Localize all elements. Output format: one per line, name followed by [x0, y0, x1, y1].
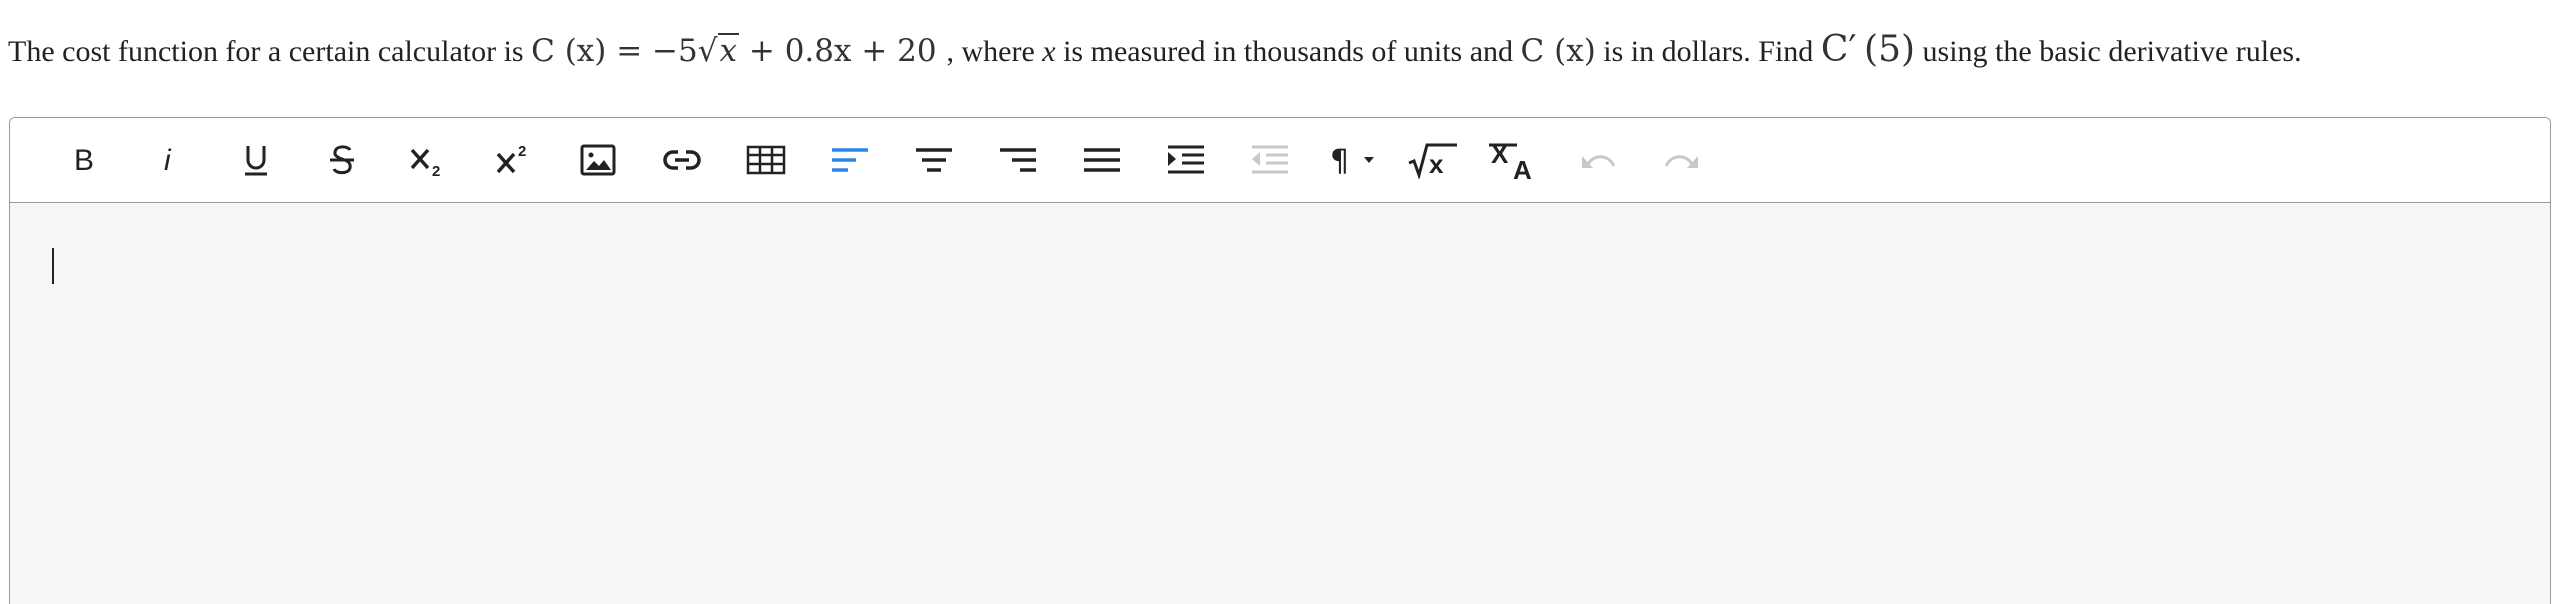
undo-button[interactable] — [1576, 140, 1620, 180]
formula-rhs: + 0.8x + 20 — [748, 33, 937, 69]
align-left-icon — [832, 148, 868, 172]
insert-table-button[interactable] — [744, 140, 788, 180]
paragraph-format-button[interactable]: ¶ — [1326, 140, 1386, 180]
clear-format-icon: X A — [1489, 139, 1532, 181]
radical-sign: √ — [697, 33, 718, 69]
bold-button[interactable]: B — [62, 140, 106, 180]
c-prime: C′ — [1820, 29, 1857, 70]
superscript-icon: 2 — [496, 143, 526, 174]
indent-icon — [1168, 145, 1204, 174]
c-prime-argument: (5) — [1864, 29, 1916, 70]
outdent-button[interactable] — [1248, 140, 1292, 180]
question-part-5: using the basic derivative rules. — [1922, 35, 2302, 68]
table-icon — [746, 145, 786, 175]
link-icon — [663, 150, 701, 170]
underline-icon — [245, 146, 267, 176]
svg-text:x: x — [1429, 149, 1444, 179]
outdent-icon — [1252, 145, 1288, 174]
question-text: The cost function for a certain calculat… — [8, 28, 2548, 74]
align-right-button[interactable] — [996, 140, 1040, 180]
square-root-icon: x — [1408, 143, 1457, 179]
svg-text:i: i — [164, 144, 172, 176]
undo-icon — [1582, 155, 1616, 168]
underline-button[interactable] — [234, 140, 278, 180]
align-justify-button[interactable] — [1080, 140, 1124, 180]
square-root: √x — [698, 29, 739, 73]
svg-text:¶: ¶ — [1330, 144, 1349, 177]
cost-function-formula: C (x) = −5√x + 0.8x + 20 — [531, 33, 946, 69]
text-cursor — [52, 248, 54, 284]
svg-text:B: B — [74, 144, 94, 176]
align-justify-icon — [1084, 148, 1120, 172]
c-of-x-formula: C (x) — [1520, 33, 1596, 69]
formula-lhs: C (x) = −5 — [531, 33, 698, 69]
svg-text:2: 2 — [518, 143, 526, 160]
bold-icon: B — [74, 144, 94, 176]
italic-icon: i — [164, 144, 172, 176]
question-part-3: is measured in thousands of units and — [1063, 35, 1514, 68]
strikethrough-icon — [330, 145, 354, 175]
redo-button[interactable] — [1660, 140, 1704, 180]
strikethrough-button[interactable] — [320, 140, 364, 180]
editor-content-area[interactable] — [10, 204, 2550, 604]
question-part-1: The cost function for a certain calculat… — [8, 35, 524, 68]
redo-icon — [1664, 155, 1698, 168]
editor-toolbar: B i 2 2 ¶ x X A — [10, 118, 2550, 203]
svg-text:A: A — [1513, 155, 1532, 181]
indent-button[interactable] — [1164, 140, 1208, 180]
subscript-button[interactable]: 2 — [406, 140, 450, 180]
align-center-icon — [916, 148, 952, 172]
superscript-button[interactable]: 2 — [492, 140, 536, 180]
align-left-button[interactable] — [828, 140, 872, 180]
align-center-button[interactable] — [912, 140, 956, 180]
pilcrow-dropdown-icon: ¶ — [1330, 144, 1374, 177]
math-button[interactable]: x — [1406, 140, 1460, 180]
question-part-2: , where — [946, 35, 1035, 68]
italic-button[interactable]: i — [148, 140, 192, 180]
insert-image-button[interactable] — [576, 140, 620, 180]
question-part-4: is in dollars. Find — [1603, 35, 1814, 68]
image-icon — [580, 144, 616, 176]
insert-link-button[interactable] — [660, 140, 704, 180]
clear-formatting-button[interactable]: X A — [1488, 139, 1544, 181]
rich-text-editor: B i 2 2 ¶ x X A — [9, 117, 2551, 604]
formula-radicand: x — [719, 33, 737, 69]
subscript-icon: 2 — [410, 148, 440, 178]
variable-x: x — [1042, 35, 1056, 68]
align-right-icon — [1000, 148, 1036, 172]
svg-text:2: 2 — [432, 163, 440, 178]
